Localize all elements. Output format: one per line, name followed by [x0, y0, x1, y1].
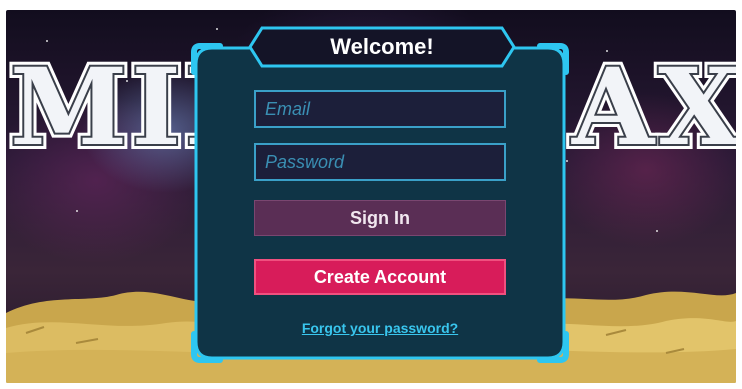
forgot-password-link[interactable]: Forgot your password? [254, 320, 506, 336]
create-account-button[interactable]: Create Account [254, 259, 506, 295]
star [216, 28, 218, 30]
star [46, 40, 48, 42]
star [606, 50, 608, 52]
star [656, 230, 658, 232]
star [126, 80, 128, 82]
star [76, 210, 78, 212]
star [686, 120, 688, 122]
welcome-title: Welcome! [330, 34, 434, 59]
password-field[interactable]: Password [254, 143, 506, 181]
sign-in-button[interactable]: Sign In [254, 200, 506, 236]
email-field[interactable]: Email [254, 90, 506, 128]
